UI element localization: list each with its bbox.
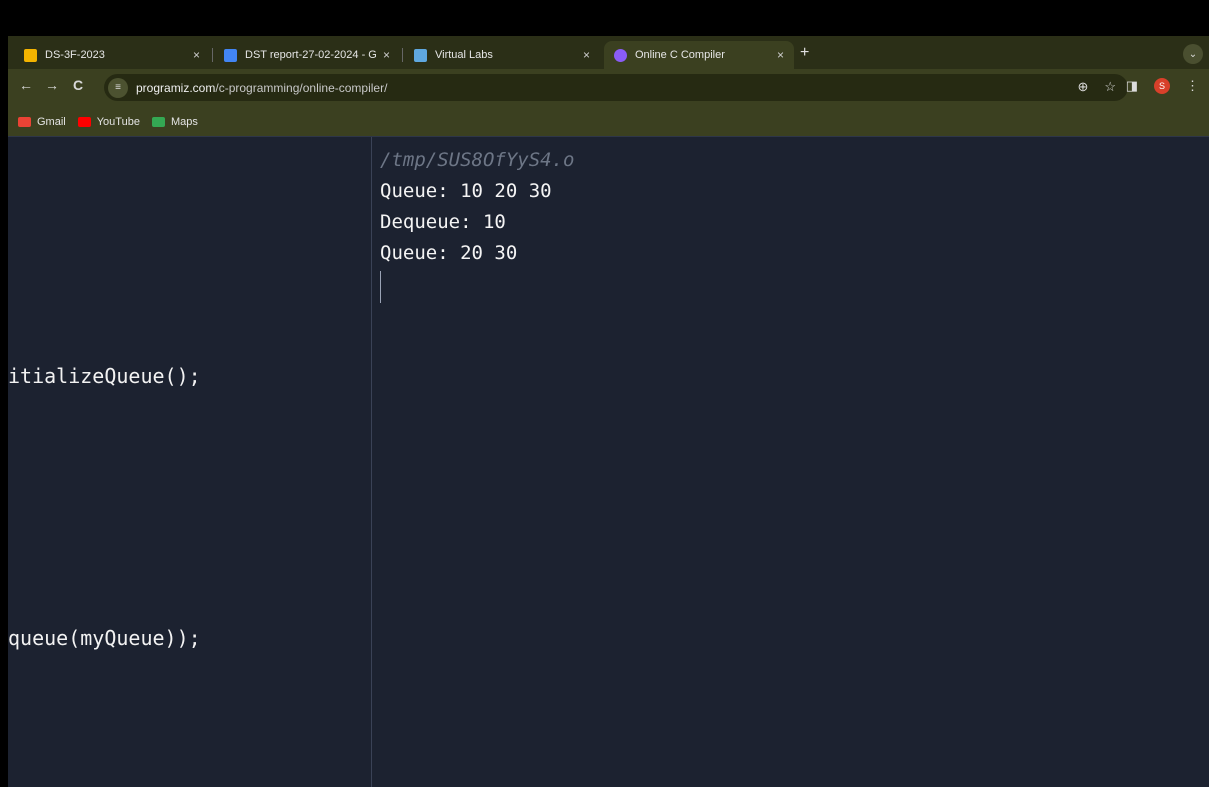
side-panel-icon[interactable]: ◨ xyxy=(1126,78,1138,94)
close-icon[interactable]: × xyxy=(583,48,590,62)
bookmark-label: Maps xyxy=(170,115,198,128)
browser-menu-icon[interactable]: ⋮ xyxy=(1186,78,1199,94)
address-bar[interactable]: ≡ programiz.com/c-programming/online-com… xyxy=(104,74,1128,101)
tab-dst-report[interactable]: DST report-27-02-2024 - Go × xyxy=(214,41,400,69)
profile-avatar[interactable]: S xyxy=(1154,78,1170,94)
bookmark-youtube[interactable]: YouTube xyxy=(77,115,140,128)
youtube-icon xyxy=(77,116,91,127)
url-host: programiz.com xyxy=(136,80,216,95)
bookmark-star-icon[interactable]: ☆ xyxy=(1104,79,1116,95)
zoom-icon[interactable]: ⊕ xyxy=(1077,79,1088,95)
url-text[interactable]: programiz.com/c-programming/online-compi… xyxy=(136,81,387,95)
output-binary-path: /tmp/SUS8OfYyS4.o xyxy=(380,149,575,171)
tab-title: DS-3F-2023 xyxy=(45,49,105,61)
url-path: /c-programming/online-compiler/ xyxy=(215,80,388,95)
programiz-icon xyxy=(614,48,627,62)
code-editor[interactable]: itializeQueue(); queue(myQueue)); xyxy=(8,137,372,787)
code-line[interactable]: itializeQueue(); xyxy=(8,364,201,388)
docs-icon xyxy=(224,48,237,62)
output-line: Queue: 20 30 xyxy=(380,242,518,264)
close-icon[interactable]: × xyxy=(777,48,784,62)
code-line[interactable]: queue(myQueue)); xyxy=(8,626,201,650)
toolbar-actions: ◨ S ⋮ xyxy=(1126,78,1199,94)
tab-title: DST report-27-02-2024 - Go xyxy=(245,49,377,61)
bookmarks-bar: Gmail YouTube Maps xyxy=(8,107,1209,136)
tab-strip: DS-3F-2023 × DST report-27-02-2024 - Go … xyxy=(8,36,1209,69)
bookmark-maps[interactable]: Maps xyxy=(151,115,198,128)
gmail-icon xyxy=(18,116,31,127)
tab-virtual-labs[interactable]: Virtual Labs × xyxy=(404,41,600,69)
output-line: Queue: 10 20 30 xyxy=(380,180,552,202)
output-line: Dequeue: 10 xyxy=(380,211,506,233)
bookmark-label: Gmail xyxy=(37,115,66,128)
site-info-icon[interactable]: ≡ xyxy=(108,77,128,98)
browser-toolbar: ← → C ≡ programiz.com/c-programming/onli… xyxy=(8,69,1209,107)
bookmark-label: YouTube xyxy=(96,115,140,128)
text-cursor xyxy=(380,271,381,303)
close-icon[interactable]: × xyxy=(383,48,390,62)
virtual-labs-icon xyxy=(414,48,427,62)
browser-chrome: DS-3F-2023 × DST report-27-02-2024 - Go … xyxy=(8,36,1209,136)
output-console[interactable]: /tmp/SUS8OfYyS4.o Queue: 10 20 30 Dequeu… xyxy=(373,137,1209,787)
bookmark-gmail[interactable]: Gmail xyxy=(18,116,66,128)
close-icon[interactable]: × xyxy=(193,48,200,62)
back-button[interactable]: ← xyxy=(16,77,36,93)
tab-title: Online C Compiler xyxy=(635,49,725,61)
forward-button[interactable]: → xyxy=(42,77,62,93)
reload-button[interactable]: C xyxy=(68,77,88,93)
tab-ds-3f-2023[interactable]: DS-3F-2023 × xyxy=(14,41,210,69)
omnibox-actions: ⊕ ☆ xyxy=(1077,79,1116,95)
tab-separator xyxy=(402,48,403,62)
new-tab-button[interactable]: + xyxy=(800,44,809,62)
os-top-bar xyxy=(0,0,1209,36)
compiler-workspace: itializeQueue(); queue(myQueue)); /tmp/S… xyxy=(8,136,1209,787)
maps-icon xyxy=(151,116,165,127)
tab-title: Virtual Labs xyxy=(435,49,493,61)
tab-online-c-compiler[interactable]: Online C Compiler × xyxy=(604,41,794,69)
classroom-icon xyxy=(24,48,37,62)
tab-separator xyxy=(212,48,213,62)
tab-search-button[interactable]: ⌄ xyxy=(1183,44,1203,64)
